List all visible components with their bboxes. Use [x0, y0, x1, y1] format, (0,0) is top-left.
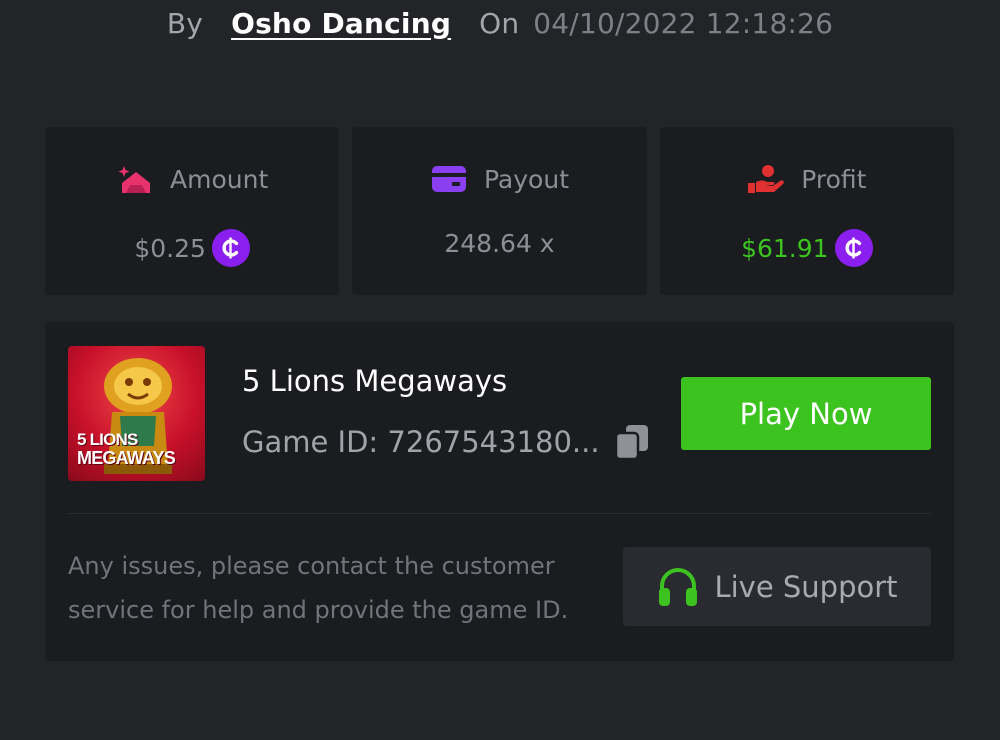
bet-datetime: 04/10/2022 12:18:26 [533, 6, 834, 40]
username-link[interactable]: Osho Dancing [231, 7, 451, 40]
copy-icon[interactable] [614, 423, 650, 461]
by-label: By [166, 6, 204, 40]
stat-profit-label: Profit [801, 164, 867, 194]
game-title: 5 Lions Megaways [242, 364, 508, 398]
hand-coin-icon [747, 163, 785, 195]
coin-icon [834, 229, 873, 267]
game-id: Game ID: 7267543180... [242, 425, 600, 459]
game-thumbnail[interactable]: 5 LIONS MEGAWAYS [68, 346, 205, 481]
live-support-label: Live Support [714, 569, 898, 604]
headset-icon [656, 566, 700, 608]
stat-amount: Amount $0.25 [45, 127, 340, 295]
support-message: Any issues, please contact the customer … [68, 552, 569, 624]
game-id-row: Game ID: 7267543180... [242, 423, 650, 461]
stat-profit-value: $61.91 [741, 233, 829, 263]
on-label: On [479, 6, 520, 40]
stat-amount-value: $0.25 [134, 233, 206, 263]
live-support-button[interactable]: Live Support [623, 547, 931, 626]
stat-payout: Payout 248.64 x [352, 127, 647, 295]
stat-amount-label: Amount [170, 164, 269, 194]
stat-profit: Profit $61.91 [659, 127, 954, 295]
card-icon [430, 163, 468, 195]
game-card: 5 LIONS MEGAWAYS 5 Lions Megaways Game I… [45, 322, 954, 661]
bet-stats: Amount $0.25 Payout 248.64 x Profit $61.… [45, 127, 954, 295]
stat-payout-value: 248.64 x [444, 229, 555, 258]
amount-icon [116, 163, 154, 195]
thumbnail-title: 5 LIONS MEGAWAYS [77, 430, 176, 468]
coin-icon [211, 229, 250, 267]
stat-payout-label: Payout [483, 164, 569, 194]
play-now-button[interactable]: Play Now [681, 377, 931, 450]
divider [68, 513, 931, 514]
byline: By Osho Dancing On 04/10/2022 12:18:26 [0, 0, 1000, 46]
